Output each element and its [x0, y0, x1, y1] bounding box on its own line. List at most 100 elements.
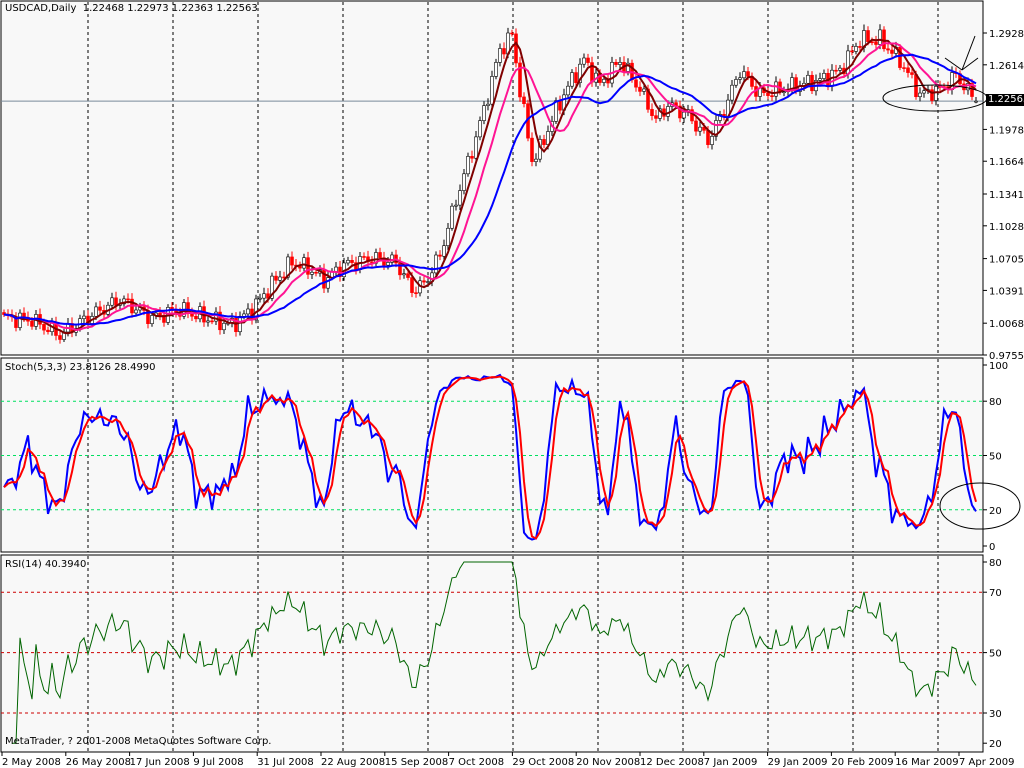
price-tick-label: 1.10280	[989, 222, 1024, 233]
bear-candle	[694, 120, 698, 132]
bull-candle	[334, 266, 338, 272]
bull-candle	[302, 257, 306, 269]
rsi-tick-label: 30	[989, 709, 1002, 720]
bull-candle	[546, 131, 550, 145]
bull-candle	[738, 77, 742, 80]
rsi-tick-label: 80	[989, 558, 1002, 569]
bear-candle	[414, 292, 418, 294]
bull-candle	[494, 62, 498, 77]
bear-candle	[210, 320, 214, 323]
price-tick-label: 1.03915	[989, 286, 1024, 297]
bull-candle	[742, 71, 746, 79]
bear-candle	[910, 72, 914, 75]
bull-candle	[82, 315, 86, 319]
symbol: USDCAD,Daily	[5, 3, 77, 14]
bull-candle	[94, 306, 98, 317]
date-tick-label: 15 Sep 2008	[385, 757, 448, 768]
date-tick-label: 9 Jul 2008	[193, 757, 243, 768]
bull-candle	[262, 293, 266, 299]
bull-candle	[206, 320, 210, 323]
bull-candle	[666, 106, 670, 117]
panel-2	[0, 554, 984, 753]
bear-candle	[638, 86, 642, 92]
bear-candle	[42, 323, 46, 331]
bear-candle	[614, 61, 618, 65]
bull-candle	[462, 173, 466, 191]
bull-candle	[326, 277, 330, 289]
bull-candle	[498, 48, 502, 63]
date-tick-label: 16 Mar 2009	[895, 757, 958, 768]
bear-candle	[438, 254, 442, 257]
rsi-tick-label: 20	[989, 739, 1002, 750]
bull-candle	[466, 156, 470, 175]
bull-candle	[566, 85, 570, 96]
bull-candle	[838, 67, 842, 71]
bear-candle	[98, 306, 102, 311]
bear-candle	[274, 275, 278, 281]
bull-candle	[474, 136, 478, 159]
bull-candle	[442, 245, 446, 257]
price-tick-label: 1.26145	[989, 61, 1024, 72]
bull-candle	[458, 190, 462, 206]
bear-candle	[874, 41, 878, 45]
bull-candle	[570, 72, 574, 87]
bull-candle	[278, 276, 282, 281]
bull-candle	[602, 78, 606, 83]
bull-candle	[642, 88, 646, 92]
date-tick-label: 12 Dec 2008	[640, 757, 704, 768]
bull-candle	[310, 271, 314, 275]
date-tick-label: 17 Jun 2008	[130, 757, 190, 768]
chart-canvas: 1.29280 1.26145 1.19780 1.16645 1.13415 1.102…	[0, 0, 1024, 768]
copyright: MetaTrader, ? 2001-2008 MetaQuotes Softw…	[5, 736, 272, 747]
bull-candle	[554, 100, 558, 122]
bull-candle	[974, 100, 978, 103]
bull-candle	[478, 120, 482, 138]
bull-candle	[818, 78, 822, 81]
current-price-label: 1.22563	[986, 94, 1024, 106]
rsi-tick-label: 50	[989, 649, 1002, 660]
bull-candle	[774, 81, 778, 97]
bear-candle	[650, 109, 654, 116]
bear-candle	[362, 256, 366, 258]
bull-candle	[782, 91, 786, 94]
bull-candle	[878, 29, 882, 45]
bull-candle	[246, 308, 250, 315]
rsi-tick-label: 70	[989, 588, 1002, 599]
bear-candle	[410, 277, 414, 293]
bear-candle	[46, 329, 50, 332]
bear-candle	[746, 71, 750, 77]
bull-candle	[18, 312, 22, 328]
bear-candle	[834, 69, 838, 72]
price-tick-label: 1.29280	[989, 29, 1024, 40]
bear-candle	[470, 156, 474, 159]
bear-candle	[510, 32, 514, 35]
bear-candle	[634, 79, 638, 88]
bull-candle	[222, 322, 226, 331]
bear-candle	[770, 95, 774, 97]
bull-candle	[150, 315, 154, 324]
bull-candle	[426, 281, 430, 283]
price-tick-label: 1.07050	[989, 255, 1024, 266]
price-tick-label: 1.16645	[989, 157, 1024, 168]
bull-candle	[486, 103, 490, 106]
bear-candle	[890, 49, 894, 54]
stoch-tick-label: 80	[989, 397, 1002, 408]
bull-candle	[346, 259, 350, 264]
bull-candle	[454, 204, 458, 207]
ohlc-values: 1.22468 1.22973 1.22363 1.22563	[82, 3, 258, 14]
bear-candle	[886, 48, 890, 51]
bull-candle	[238, 316, 242, 333]
bear-candle	[766, 92, 770, 96]
bear-candle	[522, 96, 526, 105]
bear-candle	[902, 67, 906, 69]
bear-candle	[290, 256, 294, 266]
bull-candle	[450, 205, 454, 229]
bull-candle	[534, 158, 538, 162]
bear-candle	[58, 335, 62, 340]
bull-candle	[698, 126, 702, 132]
date-tick-label: 2 May 2008	[2, 757, 61, 768]
bull-candle	[258, 297, 262, 300]
date-tick-label: 20 Feb 2009	[831, 757, 893, 768]
bear-candle	[126, 298, 130, 301]
price-tick-label: 1.19780	[989, 125, 1024, 136]
